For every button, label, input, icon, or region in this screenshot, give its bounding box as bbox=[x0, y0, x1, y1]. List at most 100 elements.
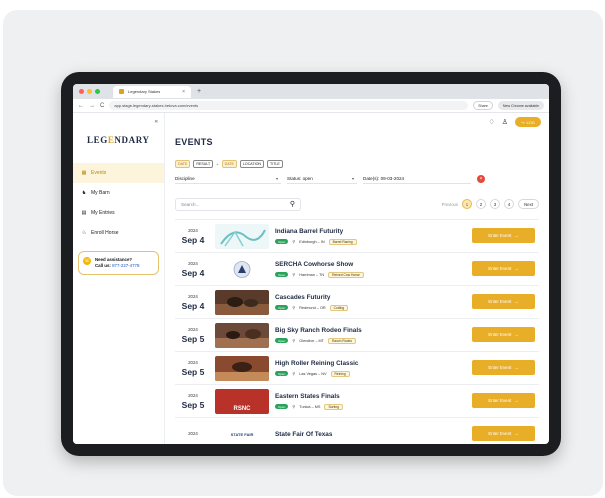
event-date: 2024 bbox=[175, 431, 211, 438]
enter-event-button[interactable]: Enter Event → bbox=[472, 294, 535, 309]
event-row[interactable]: 2024 Sep 5 Big Sky Ranch Rodeo Finals Op… bbox=[175, 318, 539, 351]
enter-event-button[interactable]: Enter Event → bbox=[472, 360, 535, 375]
assistance-card: ☏ Need assistance? Call us: 877-227-4778 bbox=[78, 251, 159, 275]
event-date: 2024 Sep 5 bbox=[175, 360, 211, 377]
event-name[interactable]: Indiana Barrel Futurity bbox=[275, 228, 357, 235]
user-icon[interactable]: ♙ bbox=[502, 118, 508, 126]
location-pin-icon: ⚲ bbox=[292, 338, 296, 343]
event-year: 2024 bbox=[188, 260, 198, 266]
sidebar-nav: ▦ Events ♞ My Barn ▤ My Entries ♘ Enroll… bbox=[73, 163, 164, 243]
event-row[interactable]: 2024 STATE FAIR State Fair Of Texas Ente… bbox=[175, 417, 539, 444]
location-pin-icon: ⚲ bbox=[292, 371, 296, 376]
event-month-day: Sep 5 bbox=[181, 399, 205, 410]
event-location: Glendive – MT bbox=[299, 338, 324, 343]
maximize-window-dot[interactable] bbox=[95, 89, 100, 94]
clear-filters-icon[interactable]: × bbox=[477, 174, 485, 183]
event-row[interactable]: 2024 Sep 5 High Roller Reining Classic O… bbox=[175, 351, 539, 384]
forward-icon[interactable]: → bbox=[89, 103, 95, 109]
chrome-update-button[interactable]: New Chrome available bbox=[497, 101, 544, 110]
status-badge: Open bbox=[275, 239, 289, 244]
event-month-day: Sep 5 bbox=[181, 333, 205, 344]
enter-event-label: Enter Event bbox=[488, 431, 512, 436]
close-window-dot[interactable] bbox=[79, 89, 84, 94]
date-filter-input[interactable]: Date(s): 09-03-2024 bbox=[363, 173, 471, 184]
date-filter-value: Date(s): 09-03-2024 bbox=[363, 175, 405, 181]
filter-chip-location[interactable]: LOCATION bbox=[239, 160, 265, 168]
calendar-icon: ▦ bbox=[81, 170, 87, 176]
phone-link[interactable]: 877-227-4778 bbox=[112, 263, 139, 268]
login-button[interactable]: ↪ LOG bbox=[515, 117, 541, 127]
event-row[interactable]: 2024 Sep 5 RSNC Eastern States Finals Op… bbox=[175, 384, 539, 417]
page-3-button[interactable]: 3 bbox=[489, 199, 500, 209]
event-name[interactable]: Big Sky Ranch Rodeo Finals bbox=[275, 327, 362, 334]
tablet-screen: Legendary Stakes × + ← → C app.stage.leg… bbox=[73, 84, 549, 444]
event-row[interactable]: 2024 Sep 4 Cascades Futurity Open ⚲ Redm… bbox=[175, 285, 539, 318]
filter-chip-result[interactable]: RESULT bbox=[193, 160, 214, 168]
arrow-right-icon: → bbox=[514, 233, 519, 238]
browser-urlbar: ← → C app.stage.legendary-stakes.hetova.… bbox=[73, 99, 549, 113]
event-month-day: Sep 4 bbox=[181, 267, 205, 278]
arrow-right-icon: → bbox=[514, 266, 519, 271]
arrow-right-icon: → bbox=[514, 398, 519, 403]
event-row[interactable]: 2024 Sep 4 SERCHA Cowhorse Show Open ⚲ H… bbox=[175, 252, 539, 285]
sidebar-item-my-entries[interactable]: ▤ My Entries bbox=[73, 203, 164, 223]
status-select[interactable]: Status: open ▾ bbox=[287, 173, 357, 184]
filter-chip-title[interactable]: TITLE bbox=[267, 160, 283, 168]
location-pin-icon: ⚲ bbox=[292, 239, 296, 244]
previous-page-button[interactable]: Previous bbox=[442, 202, 458, 207]
sidebar-item-my-barn[interactable]: ♞ My Barn bbox=[73, 183, 164, 203]
search-row: Search... ⚲ Previous 1 2 3 4 Next bbox=[175, 197, 539, 211]
enter-event-button[interactable]: Enter Event → bbox=[472, 327, 535, 342]
event-name[interactable]: Eastern States Finals bbox=[275, 393, 343, 400]
tab-close-icon[interactable]: × bbox=[182, 89, 185, 95]
event-name[interactable]: Cascades Futurity bbox=[275, 294, 348, 301]
event-photo bbox=[215, 289, 269, 315]
page-1-button[interactable]: 1 bbox=[461, 199, 472, 209]
address-bar[interactable]: app.stage.legendary-stakes.hetova.com/ev… bbox=[109, 101, 469, 110]
tablet-frame: Legendary Stakes × + ← → C app.stage.leg… bbox=[61, 72, 561, 456]
enter-event-label: Enter Event bbox=[488, 365, 512, 370]
browser-tab[interactable]: Legendary Stakes × bbox=[113, 85, 191, 98]
event-name[interactable]: High Roller Reining Classic bbox=[275, 360, 358, 367]
event-row[interactable]: 2024 Sep 4 Indiana Barrel Futurity Open bbox=[175, 219, 539, 252]
discipline-tag: Reining bbox=[330, 370, 350, 377]
event-date: 2024 Sep 4 bbox=[175, 261, 211, 278]
notification-bell-icon[interactable]: ♢ bbox=[488, 118, 494, 126]
discipline-value: Discipline bbox=[175, 175, 195, 181]
search-input[interactable]: Search... ⚲ bbox=[175, 197, 301, 211]
event-date: 2024 Sep 4 bbox=[175, 228, 211, 245]
share-button[interactable]: Share bbox=[473, 101, 493, 110]
event-name[interactable]: State Fair Of Texas bbox=[275, 431, 332, 438]
sidebar-item-events[interactable]: ▦ Events bbox=[73, 163, 164, 183]
collapse-sidebar-icon[interactable]: « bbox=[155, 119, 158, 125]
enter-event-button[interactable]: Enter Event → bbox=[472, 261, 535, 276]
event-date: 2024 Sep 4 bbox=[175, 294, 211, 311]
reload-icon[interactable]: C bbox=[100, 103, 104, 109]
new-tab-icon[interactable]: + bbox=[197, 88, 201, 95]
status-badge: Open bbox=[275, 305, 289, 310]
logo-text: RSNC bbox=[233, 405, 251, 412]
enter-event-button[interactable]: Enter Event → bbox=[472, 426, 535, 441]
enter-event-label: Enter Event bbox=[488, 266, 512, 271]
enter-event-label: Enter Event bbox=[488, 332, 512, 337]
minimize-window-dot[interactable] bbox=[87, 89, 92, 94]
page-2-button[interactable]: 2 bbox=[475, 199, 486, 209]
url-text: app.stage.legendary-stakes.hetova.com/ev… bbox=[114, 103, 199, 108]
phone-icon: ☏ bbox=[83, 257, 91, 265]
brand-logo[interactable]: LEGENDARY bbox=[87, 135, 164, 145]
discipline-tag: Cutting bbox=[329, 304, 349, 311]
discipline-select[interactable]: Discipline ▾ bbox=[175, 173, 281, 184]
filter-chip-date-2[interactable]: DATE bbox=[221, 160, 237, 168]
filter-chips: DATE RESULT + DATE LOCATION TITLE bbox=[175, 160, 539, 168]
event-name[interactable]: SERCHA Cowhorse Show bbox=[275, 261, 364, 268]
back-icon[interactable]: ← bbox=[78, 103, 84, 109]
discipline-tag: Ranch Rodeo bbox=[327, 337, 357, 344]
sidebar-item-enroll-horse[interactable]: ♘ Enroll Horse bbox=[73, 223, 164, 243]
search-icon[interactable]: ⚲ bbox=[290, 200, 295, 208]
next-page-button[interactable]: Next bbox=[517, 199, 539, 209]
filter-chip-date[interactable]: DATE bbox=[175, 160, 191, 168]
arrow-right-icon: → bbox=[514, 365, 519, 370]
enter-event-button[interactable]: Enter Event → bbox=[472, 393, 535, 408]
enter-event-button[interactable]: Enter Event → bbox=[472, 228, 535, 243]
page-4-button[interactable]: 4 bbox=[503, 199, 514, 209]
